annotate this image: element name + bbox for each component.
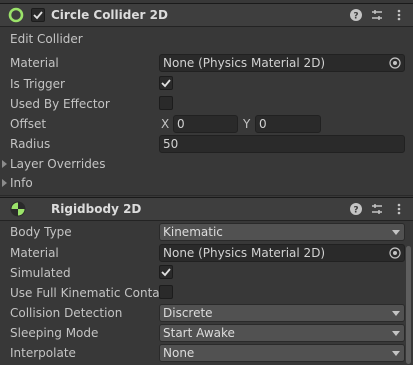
- collision-detection-dropdown[interactable]: Discrete: [159, 304, 405, 322]
- checkmark-icon: [33, 11, 43, 20]
- chevron-down-icon: [392, 311, 400, 316]
- collision-detection-value: Discrete: [163, 306, 213, 320]
- cc-material-label: Material: [10, 56, 59, 70]
- more-icon[interactable]: [392, 202, 406, 216]
- layer-overrides-foldout[interactable]: Layer Overrides: [10, 157, 105, 171]
- help-icon[interactable]: ?: [349, 202, 363, 216]
- checkmark-icon: [161, 268, 171, 277]
- info-foldout-icon[interactable]: [2, 179, 7, 187]
- rigidbody-icon: [10, 201, 26, 217]
- object-picker-icon[interactable]: [389, 57, 401, 69]
- chevron-down-icon: [392, 230, 400, 235]
- circle-collider-enabled-checkbox[interactable]: [31, 8, 45, 22]
- offset-y-label: Y: [243, 117, 251, 131]
- body-type-label: Body Type: [10, 225, 72, 239]
- simulated-checkbox[interactable]: [159, 265, 173, 279]
- object-picker-icon[interactable]: [389, 247, 401, 259]
- radius-label: Radius: [10, 137, 51, 151]
- simulated-label: Simulated: [10, 266, 71, 280]
- info-foldout[interactable]: Info: [10, 176, 33, 190]
- component-divider: [0, 195, 413, 196]
- cc-material-value: None (Physics Material 2D): [163, 56, 326, 70]
- body-type-value: Kinematic: [163, 225, 223, 239]
- presets-icon[interactable]: [370, 8, 384, 22]
- sleeping-mode-value: Start Awake: [163, 326, 235, 340]
- is-trigger-label: Is Trigger: [10, 77, 65, 91]
- offset-x-field[interactable]: 0: [173, 115, 238, 133]
- use-full-kinematic-checkbox[interactable]: [159, 285, 173, 299]
- body-type-dropdown[interactable]: Kinematic: [159, 223, 405, 241]
- interpolate-label: Interpolate: [10, 346, 76, 360]
- vertical-scrollbar[interactable]: [406, 246, 411, 364]
- circle-collider-icon: [8, 7, 24, 23]
- checkmark-icon: [161, 79, 171, 88]
- used-by-effector-label: Used By Effector: [10, 97, 110, 111]
- chevron-down-icon: [392, 351, 400, 356]
- circle-collider-title: Circle Collider 2D: [51, 8, 168, 22]
- help-icon[interactable]: ?: [349, 8, 363, 22]
- edit-collider-label: Edit Collider: [10, 32, 83, 46]
- svg-text:?: ?: [353, 12, 358, 22]
- is-trigger-checkbox[interactable]: [159, 76, 173, 90]
- radius-field[interactable]: 50: [159, 135, 405, 153]
- rigidbody-header[interactable]: Rigidbody 2D ?: [0, 197, 413, 221]
- used-by-effector-checkbox[interactable]: [159, 96, 173, 110]
- rb-material-field[interactable]: None (Physics Material 2D): [159, 244, 405, 262]
- rb-material-value: None (Physics Material 2D): [163, 246, 326, 260]
- svg-text:?: ?: [353, 206, 358, 216]
- presets-icon[interactable]: [370, 202, 384, 216]
- more-icon[interactable]: [392, 8, 406, 22]
- cc-material-field[interactable]: None (Physics Material 2D): [159, 54, 405, 72]
- layer-overrides-foldout-icon[interactable]: [2, 160, 7, 168]
- offset-label: Offset: [10, 117, 47, 131]
- use-full-kinematic-label: Use Full Kinematic Contac: [10, 286, 167, 300]
- offset-x-label: X: [161, 117, 170, 131]
- sleeping-mode-dropdown[interactable]: Start Awake: [159, 324, 405, 342]
- interpolate-value: None: [163, 346, 195, 360]
- offset-y-field[interactable]: 0: [255, 115, 321, 133]
- rigidbody-title: Rigidbody 2D: [51, 202, 142, 216]
- sleeping-mode-label: Sleeping Mode: [10, 326, 99, 340]
- interpolate-dropdown[interactable]: None: [159, 344, 405, 362]
- collision-detection-label: Collision Detection: [10, 306, 123, 320]
- chevron-down-icon: [392, 331, 400, 336]
- rb-material-label: Material: [10, 246, 59, 260]
- circle-collider-header[interactable]: Circle Collider 2D ?: [0, 3, 413, 27]
